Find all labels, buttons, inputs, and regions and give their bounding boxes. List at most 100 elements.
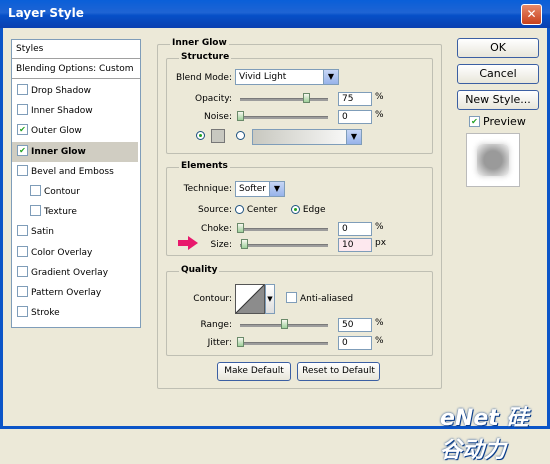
- source-edge-radio[interactable]: Edge: [291, 205, 326, 215]
- jitter-input[interactable]: 0: [338, 336, 372, 350]
- source-center-label: Center: [246, 205, 278, 215]
- style-item-label: Texture: [44, 207, 77, 218]
- opacity-slider-track[interactable]: [240, 98, 328, 101]
- contour-dropdown-arrow[interactable]: ▼: [265, 284, 275, 314]
- chevron-down-icon: ▼: [346, 130, 361, 144]
- style-item-label: Outer Glow: [31, 126, 82, 137]
- opacity-slider-thumb[interactable]: [303, 93, 310, 103]
- style-item-label: Gradient Overlay: [31, 267, 109, 278]
- watermark: eNet 硅谷动力: [440, 406, 529, 463]
- blend-mode-label: Blend Mode:: [175, 73, 232, 83]
- styles-header[interactable]: Styles: [12, 40, 140, 59]
- style-item-bevel-and-emboss[interactable]: Bevel and Emboss: [12, 162, 138, 182]
- jitter-slider-thumb[interactable]: [237, 337, 244, 347]
- style-item-label: Bevel and Emboss: [31, 166, 114, 177]
- cancel-button[interactable]: Cancel: [457, 64, 539, 84]
- size-slider-track[interactable]: [240, 244, 328, 247]
- styles-list: Styles Blending Options: Custom Drop Sha…: [11, 39, 141, 328]
- noise-input[interactable]: 0: [338, 110, 372, 124]
- style-item-texture[interactable]: Texture: [12, 202, 138, 222]
- style-item-gradient-overlay[interactable]: Gradient Overlay: [12, 263, 138, 283]
- style-checkbox[interactable]: [17, 245, 28, 257]
- range-slider-thumb[interactable]: [281, 319, 288, 329]
- gradient-picker[interactable]: ▼: [252, 129, 362, 145]
- style-item-drop-shadow[interactable]: Drop Shadow: [12, 81, 138, 101]
- range-input[interactable]: 50: [338, 318, 372, 332]
- choke-input[interactable]: 0: [338, 222, 372, 236]
- style-item-label: Contour: [44, 187, 80, 197]
- style-checkbox[interactable]: [17, 306, 28, 318]
- inner-glow-title: Inner Glow: [170, 38, 229, 48]
- style-checkbox[interactable]: [17, 164, 28, 176]
- style-checkbox[interactable]: [30, 185, 41, 196]
- style-item-label: Pattern Overlay: [31, 288, 102, 298]
- style-item-outer-glow[interactable]: ✔ Outer Glow: [12, 121, 138, 141]
- ok-button[interactable]: OK: [457, 38, 539, 58]
- glow-color-swatch[interactable]: [211, 129, 225, 143]
- size-slider-thumb[interactable]: [240, 239, 248, 249]
- style-checkbox[interactable]: ✔: [17, 144, 28, 156]
- anti-aliased-checkbox[interactable]: Anti-aliased: [286, 292, 353, 304]
- technique-select[interactable]: Softer ▼: [235, 181, 285, 197]
- choke-slider-track[interactable]: [240, 228, 328, 231]
- contour-picker[interactable]: [235, 284, 265, 314]
- range-label: Range:: [200, 320, 232, 330]
- technique-value: Softer: [239, 184, 266, 194]
- color-radio[interactable]: [196, 131, 205, 141]
- preview-checkbox[interactable]: ✔ Preview: [469, 115, 526, 128]
- style-item-label: Inner Shadow: [31, 106, 93, 117]
- noise-slider-thumb[interactable]: [237, 111, 244, 121]
- noise-slider-track[interactable]: [240, 116, 328, 119]
- style-item-label: Inner Glow: [31, 146, 86, 157]
- blend-mode-select[interactable]: Vivid Light ▼: [235, 69, 339, 85]
- jitter-unit: %: [375, 336, 384, 346]
- style-checkbox[interactable]: [17, 225, 28, 237]
- make-default-button[interactable]: Make Default: [217, 362, 291, 381]
- size-label: Size:: [210, 240, 232, 250]
- noise-label: Noise:: [204, 112, 232, 122]
- style-item-inner-shadow[interactable]: Inner Shadow: [12, 101, 138, 121]
- opacity-unit: %: [375, 92, 384, 102]
- structure-title: Structure: [179, 52, 232, 62]
- style-item-label: Stroke: [31, 308, 60, 319]
- contour-curve-icon: [235, 284, 265, 314]
- technique-label: Technique:: [183, 184, 232, 194]
- preview-label: Preview: [483, 115, 526, 128]
- style-checkbox[interactable]: [17, 286, 28, 297]
- style-checkbox[interactable]: [17, 84, 28, 95]
- quality-title: Quality: [179, 265, 220, 275]
- chevron-down-icon: ▼: [269, 182, 284, 196]
- style-checkbox[interactable]: [17, 265, 28, 277]
- new-style-button[interactable]: New Style...: [457, 90, 539, 110]
- style-item-inner-glow[interactable]: ✔ Inner Glow: [12, 141, 138, 162]
- blending-options-item[interactable]: Blending Options: Custom: [12, 60, 140, 79]
- contour-label: Contour:: [193, 294, 232, 304]
- style-checkbox[interactable]: [17, 104, 28, 116]
- noise-unit: %: [375, 110, 384, 120]
- elements-title: Elements: [179, 161, 230, 171]
- style-item-color-overlay[interactable]: Color Overlay: [12, 243, 138, 263]
- style-checkbox[interactable]: [30, 205, 41, 217]
- source-edge-label: Edge: [302, 205, 326, 215]
- style-item-pattern-overlay[interactable]: Pattern Overlay: [12, 283, 138, 303]
- choke-label: Choke:: [201, 224, 232, 234]
- window-title: Layer Style: [8, 6, 84, 20]
- choke-slider-thumb[interactable]: [237, 223, 244, 233]
- close-button[interactable]: ✕: [521, 4, 542, 25]
- style-item-label: Satin: [31, 227, 54, 238]
- size-input[interactable]: 10: [338, 238, 372, 252]
- source-center-radio[interactable]: Center: [235, 205, 277, 215]
- preview-thumbnail: [466, 133, 520, 187]
- reset-default-button[interactable]: Reset to Default: [297, 362, 380, 381]
- chevron-down-icon: ▼: [323, 70, 338, 84]
- source-label: Source:: [198, 205, 232, 215]
- style-item-contour[interactable]: Contour: [12, 182, 138, 202]
- gradient-radio[interactable]: [236, 131, 245, 141]
- style-item-stroke[interactable]: Stroke: [12, 303, 138, 323]
- opacity-input[interactable]: 75: [338, 92, 372, 106]
- jitter-slider-track[interactable]: [240, 342, 328, 345]
- style-checkbox[interactable]: ✔: [17, 124, 28, 136]
- size-unit: px: [375, 238, 387, 248]
- style-item-label: Drop Shadow: [31, 86, 92, 96]
- style-item-satin[interactable]: Satin: [12, 222, 138, 242]
